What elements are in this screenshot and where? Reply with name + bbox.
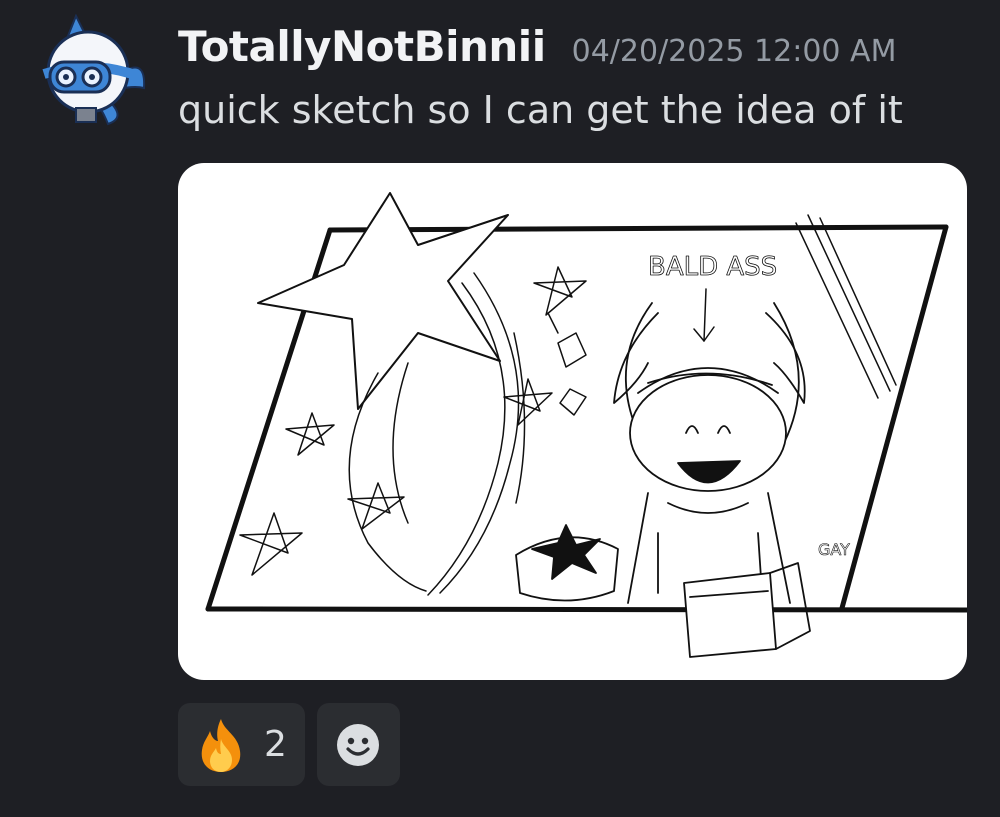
sketch-control-box [515, 524, 619, 602]
sketch-label-side: GAY [818, 540, 850, 559]
image-attachment[interactable]: BALD ASS GAY [178, 163, 967, 680]
big-star [257, 192, 509, 410]
chat-message: TotallyNotBinnii 04/20/2025 12:00 AM qui… [0, 0, 1000, 817]
message-content: quick sketch so I can get the idea of it [178, 88, 903, 132]
add-reaction-icon [337, 723, 380, 766]
reaction-fire[interactable]: 2 [178, 703, 305, 786]
timestamp[interactable]: 04/20/2025 12:00 AM [572, 34, 897, 69]
sketch-character [613, 302, 806, 604]
sketch-label-top: BALD ASS [648, 252, 777, 282]
avatar[interactable] [28, 14, 150, 126]
message-header: TotallyNotBinnii 04/20/2025 12:00 AM [178, 22, 896, 71]
reaction-count: 2 [264, 724, 287, 765]
fire-icon [201, 718, 241, 772]
add-reaction-button[interactable] [316, 703, 400, 786]
sketch-image: BALD ASS GAY [205, 192, 967, 658]
reactions-bar: 2 [178, 703, 400, 786]
username[interactable]: TotallyNotBinnii [178, 22, 546, 71]
